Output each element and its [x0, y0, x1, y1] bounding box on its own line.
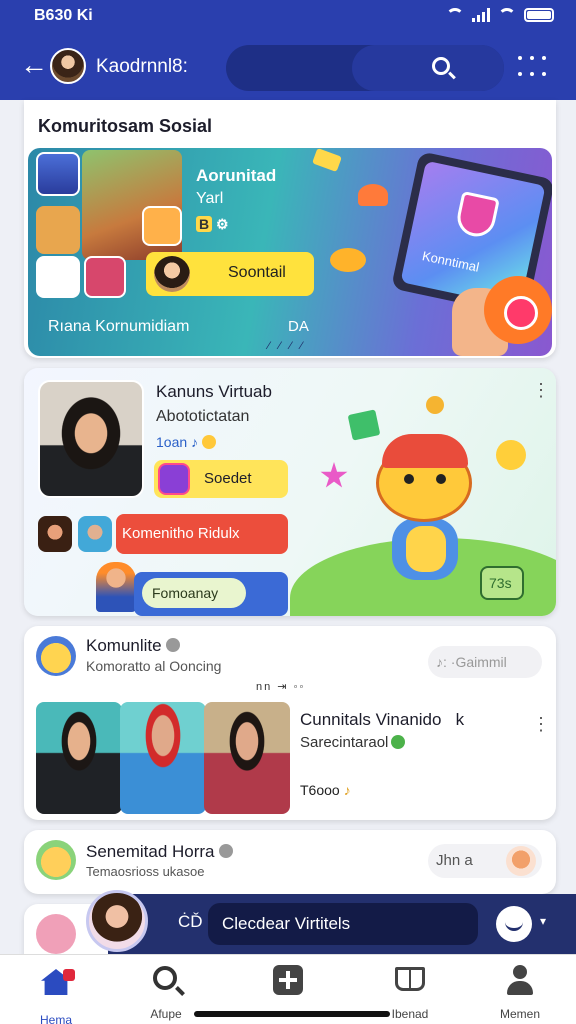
nav-item-create[interactable] [248, 963, 328, 1007]
social-button-label: Soontail [228, 264, 286, 281]
person-icon [505, 965, 535, 995]
card-subtitle: Komoratto al Ooncing [86, 658, 222, 674]
profile-avatar[interactable] [50, 48, 86, 84]
decor-shape [358, 184, 388, 206]
community-card-social[interactable]: Komuritosam Sosial Aorunitad Yarl B ⚙ So… [24, 100, 556, 358]
attachment-icon[interactable]: ĊĎ [178, 912, 203, 932]
community-card-horra[interactable]: Senemitad Horra Temaosrioss ukasoe Jhn a [24, 830, 556, 894]
banner-dots: ⁄ ⁄ ⁄ ⁄ [268, 340, 306, 352]
status-icons [446, 8, 554, 22]
nav-item-profile[interactable]: Memen [480, 963, 560, 1021]
tablet-label: Konntimal [420, 248, 481, 275]
community-avatar[interactable] [36, 914, 76, 954]
card-indicators: nn ⇥ ◦◦ [256, 681, 306, 693]
verified-icon [391, 735, 406, 749]
community-card-virtual[interactable]: Kanuns Virtuab ⋮ Abototictatan 1oan ♪ So… [24, 368, 556, 616]
video-thumbnail[interactable] [120, 702, 206, 814]
card-subtitle: Temaosrioss ukasoe [86, 864, 205, 879]
social-button[interactable]: Soontail [146, 252, 314, 296]
member-photo [38, 380, 144, 498]
search-icon[interactable] [432, 57, 450, 75]
card-meta: 1oan ♪ [156, 434, 216, 450]
emoji-icon[interactable] [496, 906, 532, 942]
signal-icon [472, 8, 490, 22]
status-time: B630 Ki [34, 7, 93, 24]
member-avatar[interactable] [78, 516, 112, 552]
sun-icon [496, 440, 526, 470]
video-thumbnail[interactable] [36, 702, 122, 814]
card-title: Kanuns Virtuab [156, 382, 272, 401]
plus-icon [273, 965, 303, 995]
shield-icon [453, 190, 500, 240]
member-illustration [96, 562, 136, 612]
record-icon[interactable] [484, 276, 552, 344]
more-options-icon[interactable]: ⋮ [532, 714, 550, 735]
banner-badges: B ⚙ [196, 216, 229, 233]
banner-subheading: Yarl [196, 190, 224, 207]
mascot-illustration [370, 434, 480, 594]
nav-label: Hema [39, 1013, 72, 1024]
video-thumbnail[interactable] [204, 702, 290, 814]
nav-label: Memen [499, 1007, 540, 1021]
music-pill[interactable]: ♪: ·Gaimmil [428, 646, 542, 678]
card-subtitle: Abototictatan [156, 408, 250, 425]
notification-badge [63, 969, 75, 981]
comment-input[interactable]: Clecdear Virtitels [208, 903, 478, 945]
home-indicator[interactable] [194, 1011, 390, 1017]
mascot-thumbnail [36, 206, 80, 254]
music-note-icon [426, 396, 444, 414]
book-icon [395, 967, 425, 991]
social-button-label: Soedet [204, 470, 252, 487]
community-action-button[interactable]: Komenitho Ridulx [116, 514, 288, 554]
app-bar: ← Kaodrnnl8: [0, 36, 576, 100]
member-avatar[interactable] [38, 516, 72, 552]
community-avatar[interactable] [36, 636, 76, 676]
community-card-dancing[interactable]: Komunlite Komoratto al Ooncing ♪: ·Gaimm… [24, 626, 556, 820]
thumbnail [142, 206, 182, 246]
user-avatar[interactable] [86, 890, 148, 952]
duration-tag: 73s [480, 566, 524, 600]
join-pill-button[interactable]: Fomoanay [142, 578, 246, 608]
decor-shape [312, 148, 342, 172]
video-subtitle: Sarecintaraol [300, 734, 406, 751]
video-title: Cunnitals Vinanido k [300, 710, 465, 729]
community-avatar[interactable] [36, 840, 76, 880]
banner-heading: Aorunitad [196, 166, 277, 185]
chevron-down-icon[interactable]: ▾ [540, 914, 546, 928]
more-options-icon[interactable]: ⋮ [532, 380, 550, 401]
thumbnail [36, 256, 80, 298]
community-banner[interactable]: Aorunitad Yarl B ⚙ Soontail Rıana Kornum… [28, 148, 552, 356]
star-icon [320, 462, 348, 488]
verified-icon [165, 638, 180, 652]
emoji-icon [201, 435, 216, 449]
banner-code: DA [288, 318, 309, 335]
card-title: Senemitad Horra [86, 842, 233, 862]
decor-shape [330, 248, 366, 272]
battery-icon [524, 8, 554, 22]
social-button[interactable]: Soedet [154, 460, 288, 498]
grid-menu-icon[interactable] [518, 56, 546, 80]
back-arrow-icon[interactable]: ← [20, 51, 48, 80]
status-bar: B630 Ki [0, 0, 576, 36]
verified-icon [218, 844, 233, 858]
badge-icon [158, 463, 190, 495]
banner-footer-text: Rıana Kornumidiam [48, 318, 190, 335]
video-tag: T6ooo ♪ [300, 782, 351, 798]
wifi-icon-secondary [498, 8, 516, 22]
search-bar-highlight [352, 45, 504, 91]
section-title: Komuritosam Sosial [38, 116, 213, 136]
thumbnail [36, 152, 80, 196]
music-note-icon: ♪ [343, 782, 351, 798]
nav-item-home[interactable]: Hema [16, 963, 96, 1024]
wifi-icon [446, 8, 464, 22]
member-photo [84, 256, 126, 298]
member-avatar[interactable] [506, 846, 536, 876]
avatar [154, 256, 190, 292]
search-bar[interactable] [226, 45, 504, 91]
search-icon [153, 966, 177, 990]
page-title: Kaodrnnl8: [96, 56, 188, 77]
card-title: Komunlite [86, 636, 180, 656]
